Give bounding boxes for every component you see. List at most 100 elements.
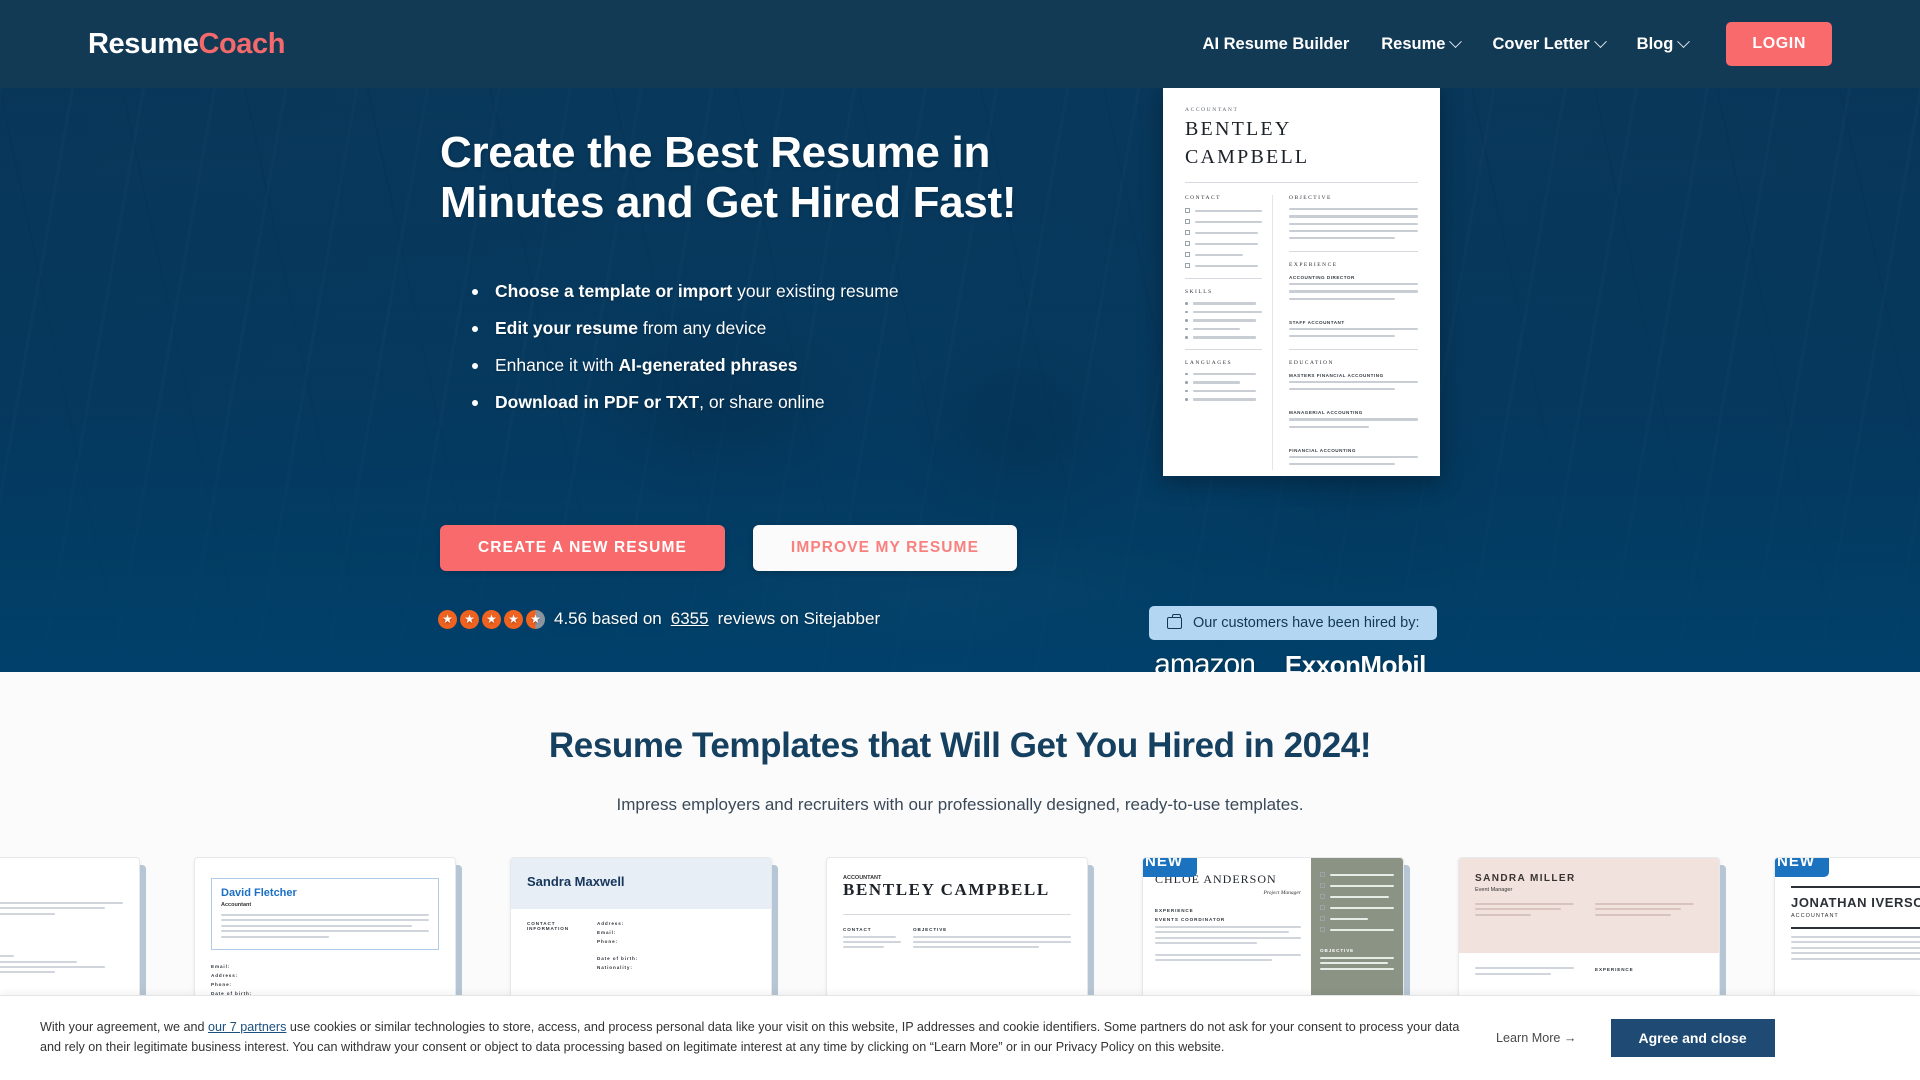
improve-my-resume-button[interactable]: IMPROVE MY RESUME [752,525,1018,571]
location-icon [1320,883,1325,888]
phone-icon [1185,230,1190,236]
preview-section-skills: SKILLS [1185,289,1213,296]
template-label-contact: CONTACT [843,926,872,932]
template-label-experience: EXPERIENCE [1595,967,1634,973]
preview-edu-1-title: MASTERS FINANCIAL ACCOUNTING [1289,373,1384,379]
bullet-rest: from any device [637,317,767,338]
cookie-text-before: With your agreement, we and [40,1020,208,1035]
star-half-icon: ★ [526,609,545,629]
preview-left-column: CONTACT SKILLS LANGUAGES [1185,195,1273,471]
phone-icon [1320,894,1325,899]
star-icon: ★ [460,609,479,629]
template-label-objective: OBJECTIVE [913,926,948,932]
cookie-consent-banner: With your agreement, we and our 7 partne… [0,995,1920,1080]
hero-bullet-3: Enhance it with AI-generated phrases [447,355,1087,377]
rating-prefix: 4.56 based on [554,609,662,628]
bullet-bold: Download in PDF or TXT [495,391,700,412]
logo-text-accent: Coach [198,27,286,60]
template-label-nationality: Nationality: [597,965,633,970]
rating-suffix: reviews on Sitejabber [717,609,881,628]
hero-bullet-2: Edit your resume from any device [447,318,1087,340]
template-name: Noboa [0,872,123,887]
template-label-experience: EXPERIENCE [1155,908,1194,913]
logo-amazon: amazon [1154,648,1256,672]
preview-section-languages: LANGUAGES [1185,359,1233,366]
preview-right-column: OBJECTIVE EXPERIENCE ACCOUNTING DIRECTOR… [1289,195,1418,470]
calendar-icon [1185,241,1190,247]
agree-and-close-button[interactable]: Agree and close [1610,1019,1775,1057]
location-icon [1185,219,1190,225]
main-navigation: AI Resume Builder Resume Cover Letter Bl… [1187,22,1832,66]
nav-item-ai-resume-builder[interactable]: AI Resume Builder [1187,35,1366,54]
calendar-icon [1320,905,1325,910]
template-role: Front-end Developer [0,890,123,896]
template-name: David Fletcher [221,887,297,899]
mail-icon [1320,872,1325,877]
nav-label: AI Resume Builder [1202,34,1350,53]
bullet-lead: Enhance it with [495,354,619,375]
nav-label: Blog [1636,34,1674,53]
star-rating: ★ ★ ★ ★ ★ [438,609,545,629]
briefcase-icon [1167,614,1182,629]
nav-item-blog[interactable]: Blog [1621,35,1705,54]
templates-title: Resume Templates that Will Get You Hired… [548,726,1372,765]
rating-review-count[interactable]: 6355 [671,609,709,629]
hero-feature-list: Choose a template or import your existin… [447,281,1087,429]
preview-section-contact: CONTACT [1185,195,1222,202]
link-icon [1185,263,1190,269]
template-name: BENTLEY CAMPBELL [843,880,1050,899]
chevron-down-icon [1677,34,1691,48]
bullet-rest: your existing resume [732,281,899,301]
preview-last-name: CAMPBELL [1185,145,1310,168]
new-badge: NEW [1143,858,1197,877]
resume-preview-card[interactable]: ACCOUNTANT BENTLEY CAMPBELL CONTACT SKIL… [1163,88,1440,476]
template-role: Event Manager [1475,887,1513,893]
site-header: ResumeCoach AI Resume Builder Resume Cov… [0,0,1920,88]
preview-divider [1185,182,1418,184]
preview-section-experience: EXPERIENCE [1289,262,1338,269]
star-icon: ★ [482,609,501,629]
template-role: Accountant [221,902,252,908]
hero-title-line-1: Create the Best Resume in [440,128,991,177]
star-icon: ★ [504,609,523,629]
chevron-down-icon [1593,34,1607,48]
bullet-bold: Choose a template or import [495,281,733,301]
preview-role: ACCOUNTANT [1185,107,1239,113]
cookie-banner-text: With your agreement, we and our 7 partne… [40,1018,1480,1057]
chevron-down-icon [1449,34,1463,48]
our-partners-link[interactable]: our 7 partners [208,1020,286,1034]
learn-more-link[interactable]: Learn More → [1496,1031,1577,1045]
template-label-address: Address: [211,972,239,978]
template-name: Sandra Maxwell [527,874,625,889]
hero-section: Create the Best Resume in Minutes and Ge… [0,88,1920,672]
template-name: SANDRA MILLER [1475,873,1576,884]
globe-icon [1320,916,1325,921]
template-role: ACCOUNTANT [1791,913,1839,919]
hero-bullet-1: Choose a template or import your existin… [447,281,1087,303]
template-label-email: Email: [597,930,617,935]
template-label-email: Email: [211,963,231,969]
hired-by-badge: Our customers have been hired by: [1149,606,1438,640]
rating-row: ★ ★ ★ ★ ★ 4.56 based on 6355 reviews on … [438,609,880,629]
logo-text-primary: Resume [88,27,199,60]
nav-label: Resume [1381,34,1446,53]
preview-exp-2-title: STAFF ACCOUNTANT [1289,319,1345,325]
bullet-rest: , or share online [699,391,825,412]
star-icon: ★ [438,609,457,629]
hero-title-line-2: Minutes and Get Hired Fast! [440,177,1017,227]
preview-first-name: BENTLEY [1185,118,1292,140]
create-new-resume-button[interactable]: CREATE A NEW RESUME [440,525,725,571]
template-label-address: Address: [597,921,625,926]
login-button[interactable]: LOGIN [1726,22,1832,66]
template-label-events-coordinator: EVENTS COORDINATOR [1155,917,1226,922]
hero-title: Create the Best Resume in Minutes and Ge… [440,128,1140,227]
link-icon [1320,927,1325,932]
site-logo[interactable]: ResumeCoach [88,28,285,61]
bullet-bold: Edit your resume [495,317,638,338]
template-label-phone: Phone: [211,981,232,987]
logo-exxonmobil: ExxonMobil [1284,649,1426,673]
nav-item-cover-letter[interactable]: Cover Letter [1476,35,1620,54]
template-label-phone: Phone: [597,939,618,944]
nav-item-resume[interactable]: Resume [1365,35,1476,54]
hero-bullet-4: Download in PDF or TXT, or share online [447,392,1087,414]
